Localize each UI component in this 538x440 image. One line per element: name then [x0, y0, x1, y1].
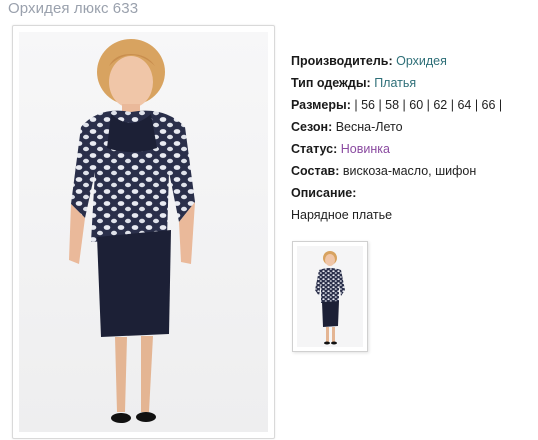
- dress-thumbnail-icon: [297, 246, 363, 347]
- manufacturer-row: Производитель: Орхидея: [291, 50, 536, 72]
- product-details: Производитель: Орхидея Тип одежды: Плать…: [291, 50, 536, 226]
- sizes-value: | 56 | 58 | 60 | 62 | 64 | 66 |: [354, 98, 503, 112]
- season-value: Весна-Лето: [335, 120, 403, 134]
- composition-label: Состав:: [291, 164, 340, 178]
- sizes-row: Размеры: | 56 | 58 | 60 | 62 | 64 | 66 |: [291, 94, 536, 116]
- clothing-type-link[interactable]: Платья: [374, 76, 416, 90]
- manufacturer-link[interactable]: Орхидея: [396, 54, 447, 68]
- season-row: Сезон: Весна-Лето: [291, 116, 536, 138]
- product-thumbnail[interactable]: [297, 246, 363, 347]
- composition-row: Состав: вискоза-масло, шифон: [291, 160, 536, 182]
- status-row: Статус: Новинка: [291, 138, 536, 160]
- status-label: Статус:: [291, 142, 338, 156]
- page-title: Орхидея люкс 633: [8, 0, 139, 17]
- description-label-row: Описание:: [291, 182, 536, 204]
- season-label: Сезон:: [291, 120, 333, 134]
- main-photo-frame[interactable]: [12, 25, 275, 439]
- description-value: Нарядное платье: [291, 208, 393, 222]
- description-label: Описание:: [291, 186, 357, 200]
- main-product-photo[interactable]: [19, 32, 268, 432]
- manufacturer-label: Производитель:: [291, 54, 393, 68]
- composition-value: вискоза-масло, шифон: [342, 164, 477, 178]
- clothing-type-label: Тип одежды:: [291, 76, 371, 90]
- clothing-type-row: Тип одежды: Платья: [291, 72, 536, 94]
- description-value-row: Нарядное платье: [291, 204, 536, 226]
- dress-photo-icon: [19, 32, 268, 432]
- status-link[interactable]: Новинка: [341, 142, 390, 156]
- thumbnail-frame[interactable]: [292, 241, 368, 352]
- sizes-label: Размеры:: [291, 98, 351, 112]
